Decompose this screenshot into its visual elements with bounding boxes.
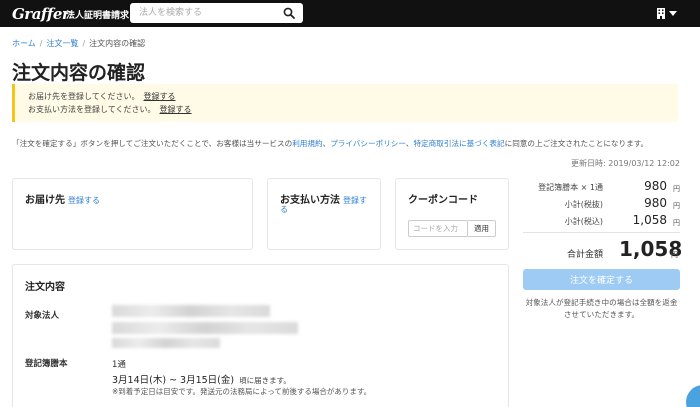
summary-row: 小計(税抜) 980 円 xyxy=(523,195,680,211)
agreement-text: 「注文を確定する」ボタンを押してご注文いただくことで、お客様は当サービスの利用規… xyxy=(12,138,648,149)
search-icon xyxy=(283,7,295,19)
logo-subtitle: 法人証明書請求 xyxy=(66,11,130,21)
agreement-comma: 、 xyxy=(405,139,414,148)
breadcrumb-home[interactable]: ホーム xyxy=(12,39,36,48)
graffer-logo[interactable]: Graffer xyxy=(12,5,70,23)
payment-heading: お支払い方法 登録す xyxy=(280,191,367,206)
summary-row-value: 1,058 xyxy=(632,213,667,227)
summary-row-label: 登記簿謄本 × 1通 xyxy=(538,183,603,192)
page-title: 注文内容の確認 xyxy=(12,62,146,84)
confirm-order-button[interactable]: 注文を確定する xyxy=(523,269,680,290)
chat-button[interactable] xyxy=(686,385,700,407)
search-input[interactable] xyxy=(130,3,275,23)
chevron-down-icon[interactable] xyxy=(669,11,677,16)
refund-note: 対象法人が登記手続き中の場合は全額を返金させていただきます。 xyxy=(525,298,678,319)
total-label: 合計金額 xyxy=(567,250,604,260)
summary-row-unit: 円 xyxy=(673,219,680,227)
search-button[interactable] xyxy=(275,3,303,23)
breadcrumb-orders[interactable]: 注文一覧 xyxy=(46,39,78,48)
summary-row-label: 小計(税抜) xyxy=(564,200,603,209)
breadcrumb-separator: / xyxy=(39,39,43,48)
delivery-heading: お届け先 登録する xyxy=(25,191,100,206)
delivery-date-line: 3月14日(木) ~ 3月15日(金) 頃に届きます。 xyxy=(112,372,291,386)
terms-link[interactable]: 利用規約 xyxy=(292,139,322,148)
coupon-title: クーポンコード xyxy=(408,195,478,206)
order-content-card: 注文内容 対象法人 登記簿謄本 1通 3月14日(木) ~ 3月15日(金) 頃… xyxy=(12,264,509,407)
commercial-law-link[interactable]: 特定商取引法に基づく表記 xyxy=(414,139,505,148)
registry-qty: 1通 xyxy=(112,360,126,370)
delivery-register-link[interactable]: 登録する xyxy=(68,196,100,205)
redacted-corp-number xyxy=(112,338,220,348)
register-payment-link[interactable]: 登録する xyxy=(160,105,192,114)
summary-row-value: 980 xyxy=(644,196,667,210)
search-box xyxy=(130,3,303,23)
breadcrumb-current: 注文内容の確認 xyxy=(89,39,146,48)
delivery-card: お届け先 登録する xyxy=(12,178,253,250)
agreement-pre: 「注文を確定する」ボタンを押してご注文いただくことで、お客様は当サービスの xyxy=(12,139,293,148)
total-unit: 円 xyxy=(671,251,678,259)
building-icon[interactable] xyxy=(656,8,666,19)
coupon-apply-button[interactable]: 適用 xyxy=(468,220,496,237)
payment-register-link-wrap[interactable]: る xyxy=(280,204,288,215)
order-content-title: 注文内容 xyxy=(25,282,65,293)
register-delivery-link[interactable]: 登録する xyxy=(144,92,176,101)
summary-divider xyxy=(523,232,680,233)
updated-timestamp: 更新日時: 2019/03/12 12:02 xyxy=(571,159,680,168)
summary-row-value: 980 xyxy=(644,179,667,193)
warning-banner: お届け先を登録してください。 登録する お支払い方法を登録してください。 登録する xyxy=(12,84,678,122)
coupon-card: クーポンコード 適用 xyxy=(395,178,509,250)
agreement-post: に同意の上ご注文されたことになります。 xyxy=(504,139,649,148)
payment-register-link[interactable]: 登録す xyxy=(343,196,367,205)
delivery-date-range: 3月14日(木) ~ 3月15日(金) xyxy=(112,375,235,386)
summary-row: 小計(税込) 1,058 円 xyxy=(523,212,680,228)
redacted-corp-name xyxy=(112,305,270,317)
summary-row: 登記簿謄本 × 1通 980 円 xyxy=(523,178,680,194)
redacted-corp-address xyxy=(112,322,298,334)
delivery-title: お届け先 xyxy=(25,195,65,206)
warning-text: お支払い方法を登録してください。 xyxy=(28,105,156,114)
delivery-date-suffix: 頃に届きます。 xyxy=(239,376,291,385)
warning-line-payment: お支払い方法を登録してください。 登録する xyxy=(28,104,192,115)
registry-copy-label: 登記簿謄本 xyxy=(25,359,68,369)
summary-row-unit: 円 xyxy=(673,202,680,210)
payment-title: お支払い方法 xyxy=(280,195,340,206)
target-corp-label: 対象法人 xyxy=(25,311,60,321)
payment-card: お支払い方法 登録す る xyxy=(267,178,381,250)
summary-row-label: 小計(税込) xyxy=(564,217,603,226)
top-bar: Graffer 法人証明書請求 xyxy=(0,0,700,27)
breadcrumb-separator: / xyxy=(82,39,86,48)
warning-line-delivery: お届け先を登録してください。 登録する xyxy=(28,91,176,102)
privacy-policy-link[interactable]: プライバシーポリシー xyxy=(330,139,406,148)
delivery-date-note: ※到着予定日は目安です。発送元の法務局によって前後する場合があります。 xyxy=(112,387,372,396)
summary-row-unit: 円 xyxy=(673,185,680,193)
breadcrumb: ホーム / 注文一覧 / 注文内容の確認 xyxy=(12,38,145,49)
warning-text: お届け先を登録してください。 xyxy=(28,92,140,101)
coupon-code-input[interactable] xyxy=(408,220,468,237)
